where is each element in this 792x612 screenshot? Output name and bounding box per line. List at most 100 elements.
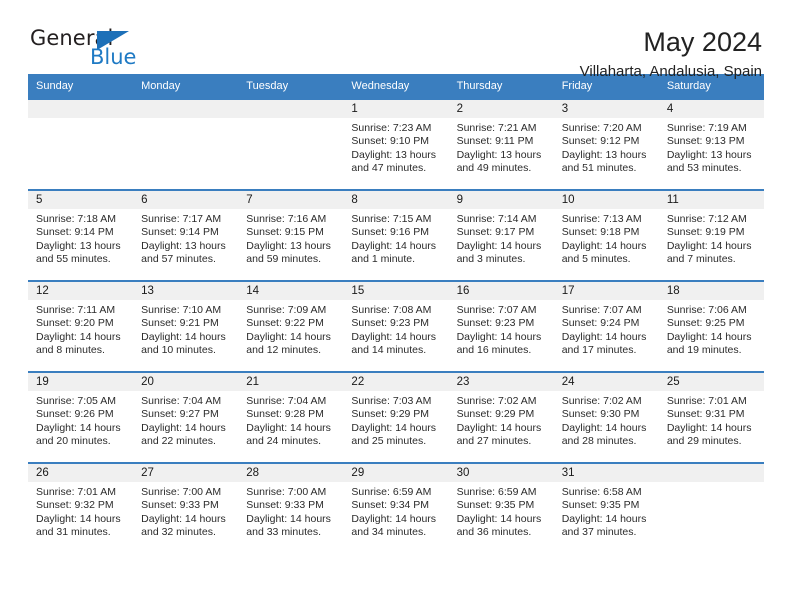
calendar-day-cell[interactable]: 15 Sunrise: 7:08 AM Sunset: 9:23 PM Dayligh… xyxy=(343,280,449,372)
sunrise-time: Sunrise: 7:01 AM xyxy=(666,395,747,407)
sunrise-time: Sunrise: 7:04 AM xyxy=(141,395,222,407)
calendar-cell-inner: 23 Sunrise: 7:02 AM Sunset: 9:29 PM Dayligh… xyxy=(448,373,554,462)
calendar-cell-inner: 31 Sunrise: 6:58 AM Sunset: 9:35 PM Dayligh… xyxy=(553,464,659,554)
calendar-day-cell[interactable]: 12 Sunrise: 7:11 AM Sunset: 9:20 PM Dayligh… xyxy=(28,280,134,372)
daylight-duration-line1: Daylight: 14 hours xyxy=(666,330,752,343)
calendar-day-cell[interactable]: 26 Sunrise: 7:01 AM Sunset: 9:32 PM Dayligh… xyxy=(28,462,134,554)
calendar-day-cell[interactable]: 28 Sunrise: 7:00 AM Sunset: 9:33 PM Dayligh… xyxy=(238,462,344,554)
calendar-day-cell[interactable]: 20 Sunrise: 7:04 AM Sunset: 9:27 PM Dayligh… xyxy=(133,371,239,463)
calendar-day-cell[interactable]: 7 Sunrise: 7:16 AM Sunset: 9:15 PM Daylight… xyxy=(238,189,344,281)
daylight-duration-line2: and 27 minutes. xyxy=(456,435,532,448)
calendar-day-cell[interactable]: 29 Sunrise: 6:59 AM Sunset: 9:34 PM Dayligh… xyxy=(343,462,449,554)
day-sun-info: Sunrise: 7:08 AM Sunset: 9:23 PM Daylight:… xyxy=(343,300,448,358)
calendar-day-cell[interactable]: 17 Sunrise: 7:07 AM Sunset: 9:24 PM Dayligh… xyxy=(553,280,659,372)
sunrise-time: Sunrise: 7:21 AM xyxy=(456,122,537,134)
daylight-duration-line2: and 3 minutes. xyxy=(456,253,526,266)
day-number: 22 xyxy=(343,373,449,391)
calendar-day-cell[interactable]: 11 Sunrise: 7:12 AM Sunset: 9:19 PM Dayligh… xyxy=(658,189,764,281)
calendar-day-cell[interactable]: 22 Sunrise: 7:03 AM Sunset: 9:29 PM Dayligh… xyxy=(343,371,449,463)
calendar-day-cell[interactable]: 1 Sunrise: 7:23 AM Sunset: 9:10 PM Daylight… xyxy=(343,98,449,190)
daylight-duration-line1: Daylight: 14 hours xyxy=(666,421,752,434)
daylight-duration-line1: Daylight: 14 hours xyxy=(246,512,331,525)
general-blue-logo[interactable]: General Blue xyxy=(28,26,158,76)
day-sun-info: Sunrise: 7:16 AM Sunset: 9:15 PM Daylight:… xyxy=(238,209,343,267)
sunset-time: Sunset: 9:26 PM xyxy=(36,408,114,421)
calendar-day-cell[interactable]: 6 Sunrise: 7:17 AM Sunset: 9:14 PM Daylight… xyxy=(133,189,239,281)
calendar-day-cell[interactable]: 10 Sunrise: 7:13 AM Sunset: 9:18 PM Dayligh… xyxy=(553,189,659,281)
sunrise-time: Sunrise: 7:15 AM xyxy=(351,213,432,225)
calendar-day-cell[interactable]: 18 Sunrise: 7:06 AM Sunset: 9:25 PM Dayligh… xyxy=(658,280,764,372)
calendar-day-cell[interactable]: 2 Sunrise: 7:21 AM Sunset: 9:11 PM Daylight… xyxy=(448,98,554,190)
daylight-duration-line1: Daylight: 14 hours xyxy=(351,239,437,252)
weekday-header-thursday: Thursday xyxy=(448,74,554,99)
day-sun-info: Sunrise: 6:58 AM Sunset: 9:35 PM Daylight:… xyxy=(554,482,659,540)
calendar-week-row: 5 Sunrise: 7:18 AM Sunset: 9:14 PM Daylight… xyxy=(28,189,764,281)
calendar-cell-inner: 5 Sunrise: 7:18 AM Sunset: 9:14 PM Daylight… xyxy=(28,191,134,280)
sunset-time: Sunset: 9:34 PM xyxy=(351,499,430,512)
daylight-duration-line2: and 32 minutes. xyxy=(141,526,216,539)
sunset-time: Sunset: 9:24 PM xyxy=(561,317,640,330)
calendar-day-cell[interactable]: 16 Sunrise: 7:07 AM Sunset: 9:23 PM Dayligh… xyxy=(448,280,554,372)
calendar-week-row: 12 Sunrise: 7:11 AM Sunset: 9:20 PM Dayligh… xyxy=(28,280,764,372)
calendar-day-cell[interactable]: 31 Sunrise: 6:58 AM Sunset: 9:35 PM Dayligh… xyxy=(553,462,659,554)
sunset-time: Sunset: 9:10 PM xyxy=(351,135,430,148)
day-number xyxy=(238,100,344,118)
sunrise-time: Sunrise: 6:58 AM xyxy=(561,486,642,498)
calendar-day-cell[interactable]: 4 Sunrise: 7:19 AM Sunset: 9:13 PM Daylight… xyxy=(658,98,764,190)
calendar-cell-inner: 27 Sunrise: 7:00 AM Sunset: 9:33 PM Dayligh… xyxy=(133,464,239,554)
daylight-duration-line2: and 33 minutes. xyxy=(246,526,321,539)
calendar-day-cell[interactable]: 8 Sunrise: 7:15 AM Sunset: 9:16 PM Daylight… xyxy=(343,189,449,281)
daylight-duration-line2: and 37 minutes. xyxy=(561,526,637,539)
page-title: May 2024 xyxy=(643,27,762,57)
calendar-day-cell[interactable]: 25 Sunrise: 7:01 AM Sunset: 9:31 PM Dayligh… xyxy=(658,371,764,463)
daylight-duration-line1: Daylight: 14 hours xyxy=(141,330,226,343)
day-number: 28 xyxy=(238,464,344,482)
daylight-duration-line2: and 17 minutes. xyxy=(561,344,637,357)
calendar-day-cell[interactable]: 9 Sunrise: 7:14 AM Sunset: 9:17 PM Daylight… xyxy=(448,189,554,281)
calendar-cell-inner: 12 Sunrise: 7:11 AM Sunset: 9:20 PM Dayligh… xyxy=(28,282,134,371)
day-number xyxy=(658,464,764,482)
calendar-day-cell[interactable]: 21 Sunrise: 7:04 AM Sunset: 9:28 PM Dayligh… xyxy=(238,371,344,463)
calendar-day-cell[interactable]: 27 Sunrise: 7:00 AM Sunset: 9:33 PM Dayligh… xyxy=(133,462,239,554)
daylight-duration-line2: and 5 minutes. xyxy=(561,253,631,266)
daylight-duration-line1: Daylight: 13 hours xyxy=(561,148,647,161)
day-sun-info: Sunrise: 7:14 AM Sunset: 9:17 PM Daylight:… xyxy=(449,209,554,267)
daylight-duration-line1: Daylight: 14 hours xyxy=(141,512,226,525)
daylight-duration-line1: Daylight: 14 hours xyxy=(351,330,437,343)
weekday-header-monday: Monday xyxy=(133,74,239,99)
sunrise-time: Sunrise: 7:23 AM xyxy=(351,122,432,134)
calendar-day-cell[interactable]: 30 Sunrise: 6:59 AM Sunset: 9:35 PM Dayligh… xyxy=(448,462,554,554)
calendar-day-cell[interactable]: 13 Sunrise: 7:10 AM Sunset: 9:21 PM Dayligh… xyxy=(133,280,239,372)
calendar-day-cell[interactable]: 14 Sunrise: 7:09 AM Sunset: 9:22 PM Dayligh… xyxy=(238,280,344,372)
day-sun-info: Sunrise: 7:02 AM Sunset: 9:29 PM Daylight:… xyxy=(449,391,554,449)
calendar-cell-inner: 24 Sunrise: 7:02 AM Sunset: 9:30 PM Dayligh… xyxy=(553,373,659,462)
sunset-time: Sunset: 9:25 PM xyxy=(666,317,745,330)
calendar-body: 1 Sunrise: 7:23 AM Sunset: 9:10 PM Daylight… xyxy=(28,98,764,554)
calendar-day-cell[interactable]: 19 Sunrise: 7:05 AM Sunset: 9:26 PM Dayligh… xyxy=(28,371,134,463)
daylight-duration-line1: Daylight: 13 hours xyxy=(141,239,226,252)
calendar-cell-inner: 1 Sunrise: 7:23 AM Sunset: 9:10 PM Daylight… xyxy=(343,100,449,189)
calendar-cell-inner: 10 Sunrise: 7:13 AM Sunset: 9:18 PM Dayligh… xyxy=(553,191,659,280)
day-sun-info: Sunrise: 7:04 AM Sunset: 9:28 PM Daylight:… xyxy=(238,391,343,449)
day-number: 30 xyxy=(448,464,554,482)
daylight-duration-line2: and 12 minutes. xyxy=(246,344,321,357)
calendar-day-cell[interactable]: 3 Sunrise: 7:20 AM Sunset: 9:12 PM Daylight… xyxy=(553,98,659,190)
daylight-duration-line1: Daylight: 14 hours xyxy=(561,239,647,252)
calendar-day-cell[interactable]: 23 Sunrise: 7:02 AM Sunset: 9:29 PM Dayligh… xyxy=(448,371,554,463)
sunset-time: Sunset: 9:11 PM xyxy=(456,135,534,148)
day-number: 31 xyxy=(553,464,659,482)
calendar-cell-empty xyxy=(238,98,344,190)
day-number: 15 xyxy=(343,282,449,300)
calendar-cell-inner: 2 Sunrise: 7:21 AM Sunset: 9:11 PM Daylight… xyxy=(448,100,554,189)
day-sun-info: Sunrise: 7:06 AM Sunset: 9:25 PM Daylight:… xyxy=(659,300,764,358)
sunrise-time: Sunrise: 7:10 AM xyxy=(141,304,222,316)
calendar-day-cell[interactable]: 24 Sunrise: 7:02 AM Sunset: 9:30 PM Dayligh… xyxy=(553,371,659,463)
day-number: 25 xyxy=(658,373,764,391)
sunset-time: Sunset: 9:17 PM xyxy=(456,226,535,239)
day-number: 2 xyxy=(448,100,554,118)
daylight-duration-line2: and 53 minutes. xyxy=(666,162,742,175)
calendar-cell-inner: 20 Sunrise: 7:04 AM Sunset: 9:27 PM Dayligh… xyxy=(133,373,239,462)
daylight-duration-line1: Daylight: 14 hours xyxy=(456,239,542,252)
calendar-cell-inner: 26 Sunrise: 7:01 AM Sunset: 9:32 PM Dayligh… xyxy=(28,464,134,554)
calendar-day-cell[interactable]: 5 Sunrise: 7:18 AM Sunset: 9:14 PM Daylight… xyxy=(28,189,134,281)
